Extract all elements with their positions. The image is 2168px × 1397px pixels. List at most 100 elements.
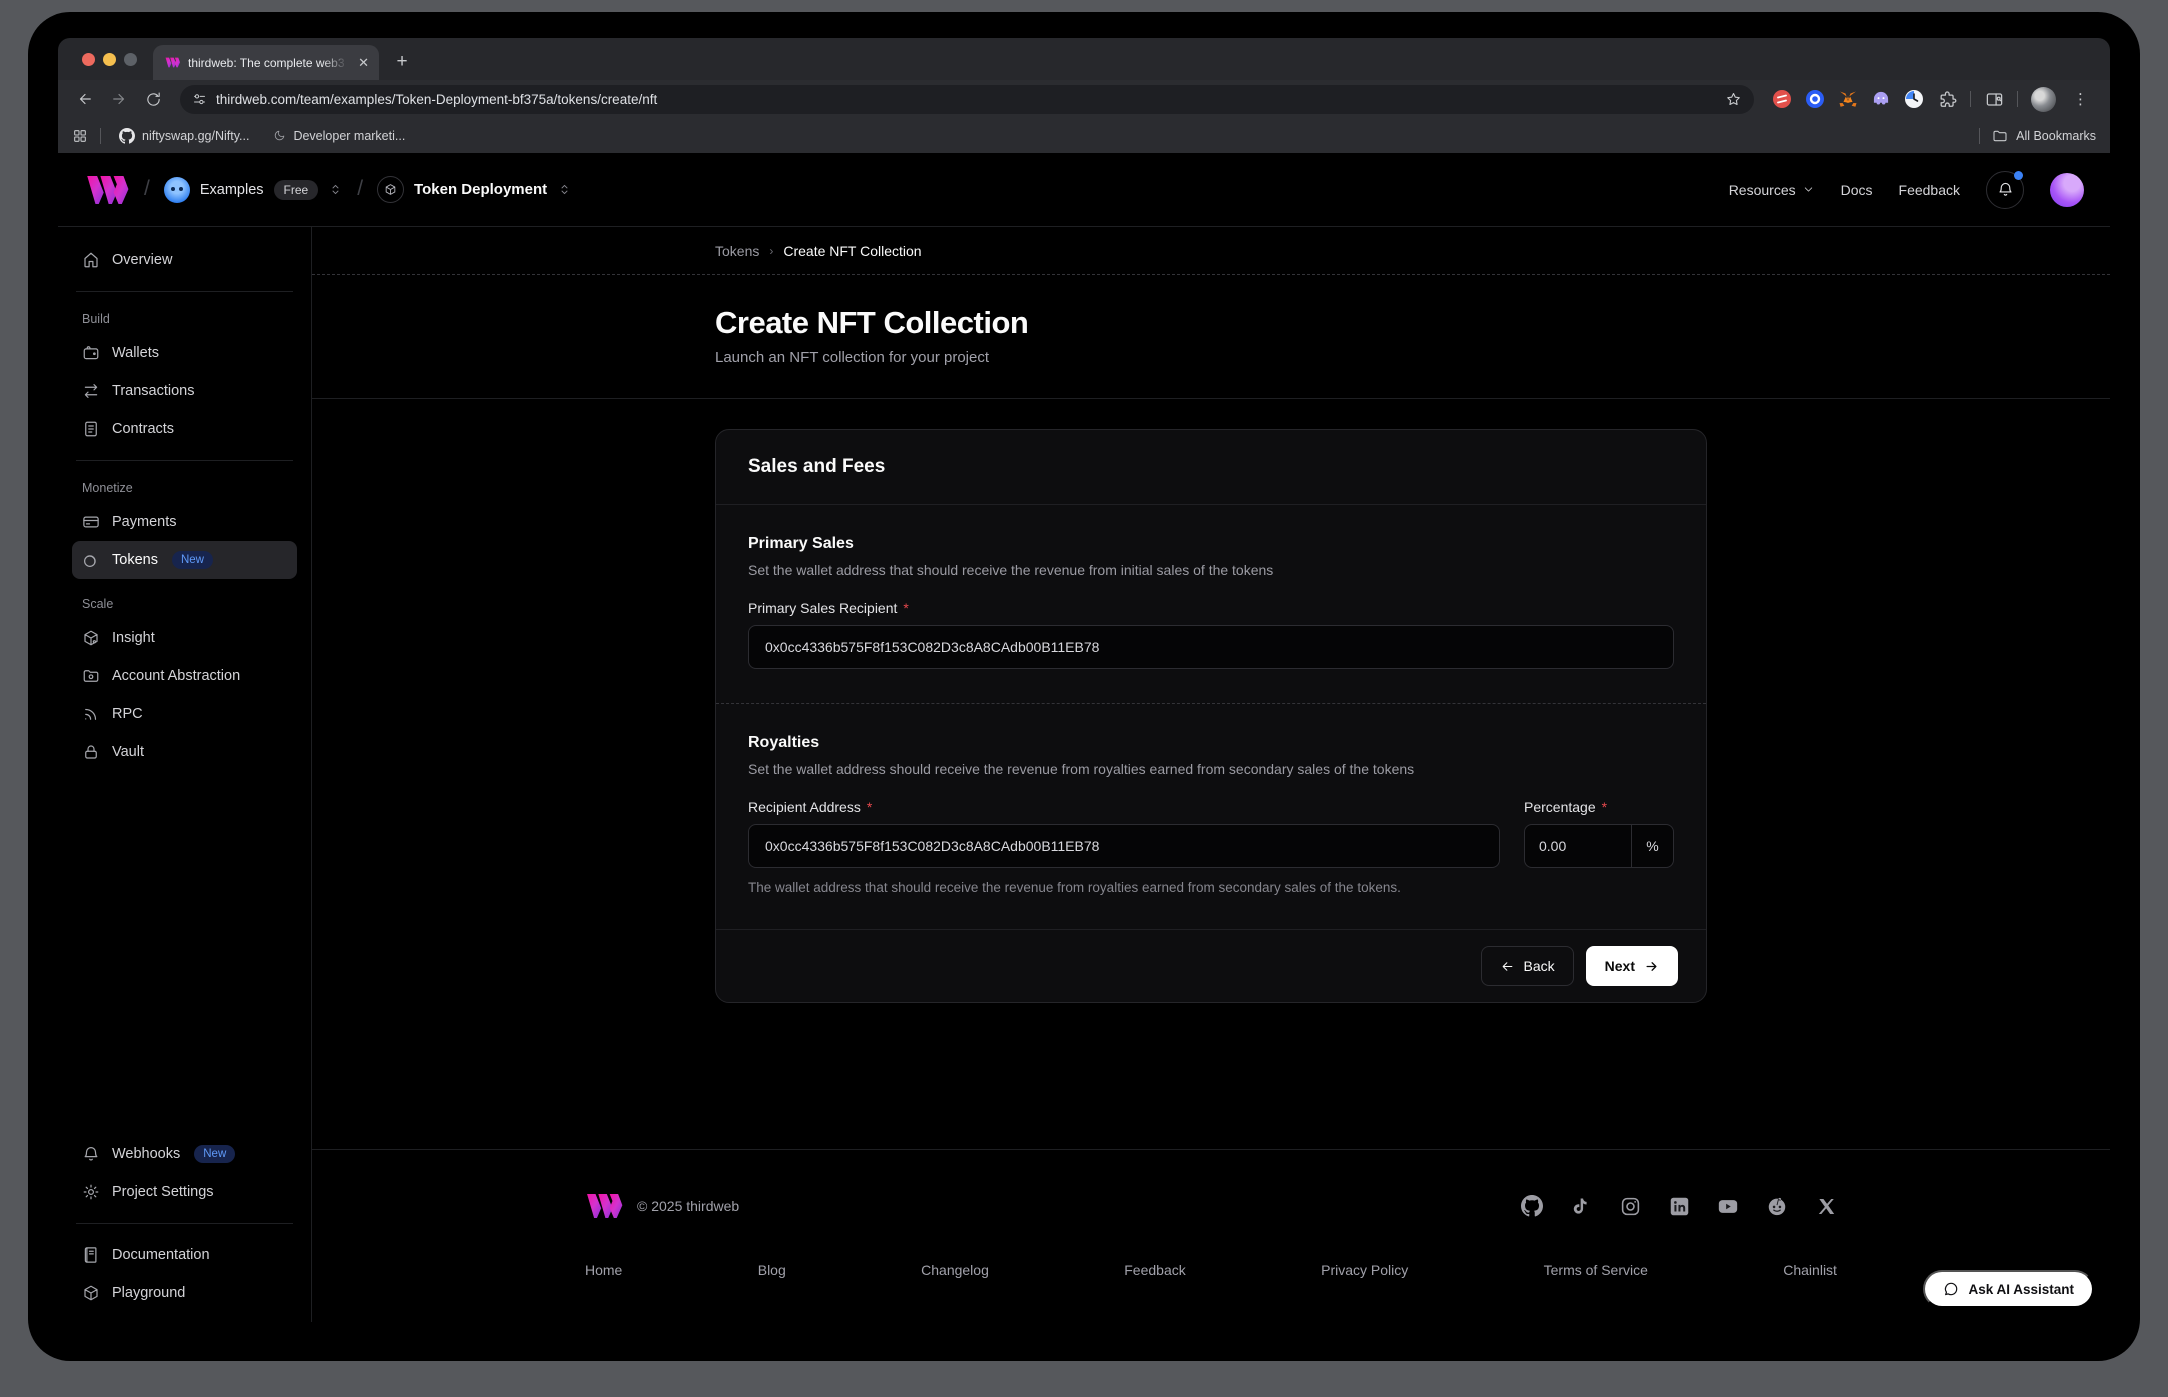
- bookmark-star-icon[interactable]: [1725, 91, 1742, 108]
- chevrons-updown-icon[interactable]: [328, 182, 343, 197]
- footer-link-changelog[interactable]: Changelog: [921, 1262, 989, 1278]
- chrome-profile-avatar[interactable]: [2031, 87, 2056, 112]
- sidebar-item-overview[interactable]: Overview: [72, 241, 297, 279]
- extensions-row: ⋮: [1766, 87, 2098, 112]
- bookmark-developer-marketing[interactable]: Developer marketi...: [267, 129, 411, 143]
- bookmark-niftyswap[interactable]: niftyswap.gg/Nifty...: [113, 128, 255, 144]
- tiktok-icon[interactable]: [1570, 1195, 1592, 1217]
- footer-link-home[interactable]: Home: [585, 1262, 622, 1278]
- ask-ai-assistant-button[interactable]: Ask AI Assistant: [1923, 1270, 2094, 1308]
- footer-link-feedback[interactable]: Feedback: [1124, 1262, 1185, 1278]
- sidebar-divider: [76, 291, 293, 292]
- percentage-input[interactable]: [1525, 825, 1631, 867]
- metamask-icon[interactable]: [1838, 89, 1858, 109]
- sidebar-item-contracts[interactable]: Contracts: [72, 410, 297, 448]
- nav-docs[interactable]: Docs: [1841, 182, 1873, 198]
- sidebar-item-project-settings[interactable]: Project Settings: [72, 1173, 297, 1211]
- team-selector[interactable]: Examples Free: [164, 177, 343, 203]
- reload-icon[interactable]: [138, 84, 168, 114]
- sidebar-item-playground[interactable]: Playground: [72, 1274, 297, 1312]
- sidebar-item-rpc[interactable]: RPC: [72, 695, 297, 733]
- linkedin-icon[interactable]: [1668, 1195, 1690, 1217]
- browser-toolbar: thirdweb.com/team/examples/Token-Deploym…: [58, 80, 2110, 118]
- royalty-recipient-input[interactable]: [748, 824, 1500, 868]
- instagram-icon[interactable]: [1619, 1195, 1641, 1217]
- ask-ai-assistant-label: Ask AI Assistant: [1968, 1282, 2074, 1297]
- app-header: / Examples Free / Token Deployment: [58, 153, 2110, 226]
- close-tab-icon[interactable]: ✕: [356, 54, 371, 71]
- nav-docs-label: Docs: [1841, 182, 1873, 198]
- document-icon: [82, 420, 100, 438]
- extension-red-icon[interactable]: [1772, 89, 1792, 109]
- project-selector[interactable]: Token Deployment: [377, 176, 572, 203]
- sidebar-item-label: Overview: [112, 252, 172, 268]
- sidebar-item-label: Contracts: [112, 421, 174, 437]
- github-icon[interactable]: [1521, 1195, 1543, 1217]
- nav-resources[interactable]: Resources: [1729, 182, 1815, 198]
- clock-extension-icon[interactable]: [1904, 89, 1924, 109]
- sidebar-item-vault[interactable]: Vault: [72, 733, 297, 771]
- zoom-window-button[interactable]: [124, 53, 137, 66]
- sidebar-item-insight[interactable]: Insight: [72, 619, 297, 657]
- sidebar: Overview Build Wallets Transactions Co: [58, 227, 312, 1322]
- next-button-label: Next: [1605, 958, 1635, 974]
- extension-blue-icon[interactable]: [1805, 89, 1825, 109]
- sidebar-item-label: Project Settings: [112, 1184, 214, 1200]
- bell-icon: [1997, 181, 2014, 198]
- footer-link-terms[interactable]: Terms of Service: [1544, 1262, 1648, 1278]
- extensions-puzzle-icon[interactable]: [1937, 89, 1957, 109]
- nav-feedback[interactable]: Feedback: [1899, 182, 1960, 198]
- sidebar-item-tokens[interactable]: Tokens New: [72, 541, 297, 579]
- forward-nav-icon[interactable]: [104, 84, 134, 114]
- breadcrumb-row: Tokens › Create NFT Collection: [312, 227, 2110, 275]
- all-bookmarks-button[interactable]: All Bookmarks: [1992, 128, 2096, 144]
- x-icon[interactable]: [1815, 1195, 1837, 1217]
- thirdweb-logo[interactable]: [84, 176, 130, 204]
- sidebar-item-documentation[interactable]: Documentation: [72, 1236, 297, 1274]
- notifications-button[interactable]: [1986, 171, 2024, 209]
- page-subtitle: Launch an NFT collection for your projec…: [715, 349, 1707, 366]
- back-button[interactable]: Back: [1481, 946, 1574, 986]
- breadcrumb-tokens[interactable]: Tokens: [715, 243, 759, 259]
- reddit-icon[interactable]: [1766, 1195, 1788, 1217]
- breadcrumb-slash: /: [144, 177, 150, 201]
- youtube-icon[interactable]: [1717, 1195, 1739, 1217]
- sidebar-item-payments[interactable]: Payments: [72, 503, 297, 541]
- apps-grid-icon[interactable]: [72, 128, 88, 144]
- browser-tab[interactable]: thirdweb: The complete web3 ✕: [153, 45, 379, 80]
- next-button[interactable]: Next: [1586, 946, 1678, 986]
- new-tab-button[interactable]: +: [389, 49, 415, 75]
- sidebar-item-transactions[interactable]: Transactions: [72, 372, 297, 410]
- footer-link-blog[interactable]: Blog: [758, 1262, 786, 1278]
- page-hero: Create NFT Collection Launch an NFT coll…: [312, 275, 2110, 399]
- royalties-description: Set the wallet address should receive th…: [748, 761, 1674, 777]
- primary-sales-recipient-input[interactable]: [748, 625, 1674, 669]
- new-badge: New: [172, 551, 213, 569]
- lock-icon: [82, 743, 100, 761]
- sidebar-section-scale: Scale: [72, 589, 297, 619]
- chevrons-updown-icon[interactable]: [557, 182, 572, 197]
- site-info-icon[interactable]: [192, 92, 207, 107]
- user-avatar[interactable]: [2050, 173, 2084, 207]
- primary-sales-recipient-label: Primary Sales Recipient: [748, 600, 897, 616]
- sidebar-divider: [76, 460, 293, 461]
- sidebar-item-wallets[interactable]: Wallets: [72, 334, 297, 372]
- close-window-button[interactable]: [82, 53, 95, 66]
- sidebar-item-webhooks[interactable]: Webhooks New: [72, 1135, 297, 1173]
- phantom-icon[interactable]: [1871, 89, 1891, 109]
- footer-brand: © 2025 thirdweb: [585, 1194, 739, 1218]
- page: / Examples Free / Token Deployment: [58, 153, 2110, 1322]
- sidebar-item-account-abstraction[interactable]: Account Abstraction: [72, 657, 297, 695]
- primary-sales-heading: Primary Sales: [748, 535, 1674, 553]
- sidebar-item-label: Tokens: [112, 552, 158, 568]
- footer-link-privacy-policy[interactable]: Privacy Policy: [1321, 1262, 1408, 1278]
- side-panel-icon[interactable]: [1984, 89, 2004, 109]
- minimize-window-button[interactable]: [103, 53, 116, 66]
- chrome-menu-icon[interactable]: ⋮: [2069, 90, 2092, 108]
- package-icon: [82, 629, 100, 647]
- breadcrumb-current: Create NFT Collection: [783, 243, 921, 259]
- url-bar[interactable]: thirdweb.com/team/examples/Token-Deploym…: [180, 85, 1754, 114]
- sidebar-item-label: Wallets: [112, 345, 159, 361]
- footer-link-chainlist[interactable]: Chainlist: [1783, 1262, 1837, 1278]
- back-nav-icon[interactable]: [70, 84, 100, 114]
